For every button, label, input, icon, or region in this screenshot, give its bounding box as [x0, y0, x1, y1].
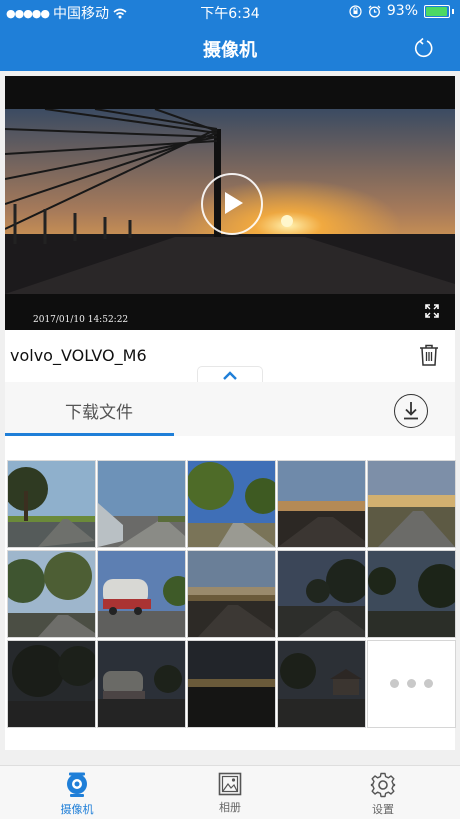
tab-camera-label: 摄像机 [60, 803, 94, 816]
battery-percent: 93% [386, 3, 418, 19]
collapse-button[interactable] [197, 366, 263, 383]
tab-downloaded-files[interactable]: 下载文件 [65, 398, 133, 423]
refresh-icon[interactable] [414, 38, 434, 58]
download-icon [404, 402, 418, 420]
play-icon[interactable] [201, 173, 263, 235]
more-thumbnails-button[interactable] [367, 640, 456, 728]
thumbnail-image [278, 551, 365, 637]
more-dot [390, 679, 399, 688]
thumbnail-image [188, 641, 275, 727]
thumbnail-image [8, 641, 95, 727]
orientation-lock-icon [349, 4, 362, 18]
album-icon [218, 772, 242, 796]
download-button[interactable] [394, 394, 428, 428]
thumbnail-image [98, 641, 185, 727]
tab-album-label: 相册 [219, 801, 241, 814]
fullscreen-icon[interactable] [425, 304, 439, 318]
thumbnail-image [278, 461, 365, 547]
thumbnail-2[interactable] [97, 460, 186, 548]
battery-icon [424, 4, 450, 18]
camera-card: 2017/01/10 14:52:22 volvo_VOLVO_M6 下载文件 [5, 76, 456, 750]
more-dot [424, 679, 433, 688]
file-tabs: 下载文件 [5, 382, 455, 436]
tab-settings[interactable]: 设置 [343, 772, 423, 817]
thumbnail-image [98, 551, 185, 637]
thumbnail-14[interactable] [277, 640, 366, 728]
alarm-icon [368, 5, 381, 17]
thumbnail-8[interactable] [187, 550, 276, 638]
thumbnail-7[interactable] [97, 550, 186, 638]
tab-album[interactable]: 相册 [190, 772, 270, 815]
thumbnail-5[interactable] [367, 460, 456, 548]
tab-settings-label: 设置 [372, 803, 394, 816]
thumbnail-12[interactable] [97, 640, 186, 728]
thumbnail-13[interactable] [187, 640, 276, 728]
thumbnail-image [368, 551, 455, 637]
page-title: 摄像机 [203, 40, 257, 61]
gear-icon [370, 772, 396, 798]
thumbnail-6[interactable] [7, 550, 96, 638]
thumbnail-3[interactable] [187, 460, 276, 548]
top-bar: ●●●●● 中国移动 下午6:34 93% 摄像机 [0, 0, 460, 71]
thumbnail-image [278, 641, 365, 727]
trash-icon[interactable] [419, 344, 439, 366]
tab-underline [5, 433, 174, 436]
more-dot [407, 679, 416, 688]
camera-name: volvo_VOLVO_M6 [10, 346, 147, 365]
thumbnail-image [368, 461, 455, 547]
thumbnail-image [8, 461, 95, 547]
thumbnail-4[interactable] [277, 460, 366, 548]
bottom-tab-bar: 摄像机 相册 设置 [0, 765, 460, 819]
camera-icon [67, 772, 87, 797]
thumbnail-image [8, 551, 95, 637]
status-right: 93% [349, 3, 454, 19]
chevron-up-icon [223, 371, 237, 380]
thumbnail-image [188, 461, 275, 547]
battery-cap [452, 8, 454, 14]
thumbnail-11[interactable] [7, 640, 96, 728]
thumbnail-image [188, 551, 275, 637]
video-timestamp: 2017/01/10 14:52:22 [33, 315, 129, 325]
thumbnail-1[interactable] [7, 460, 96, 548]
tab-camera[interactable]: 摄像机 [37, 772, 117, 817]
thumbnail-image [98, 461, 185, 547]
status-bar: ●●●●● 中国移动 下午6:34 93% [0, 0, 460, 24]
thumbnail-9[interactable] [277, 550, 366, 638]
video-player[interactable]: 2017/01/10 14:52:22 [5, 76, 455, 330]
thumbnail-10[interactable] [367, 550, 456, 638]
